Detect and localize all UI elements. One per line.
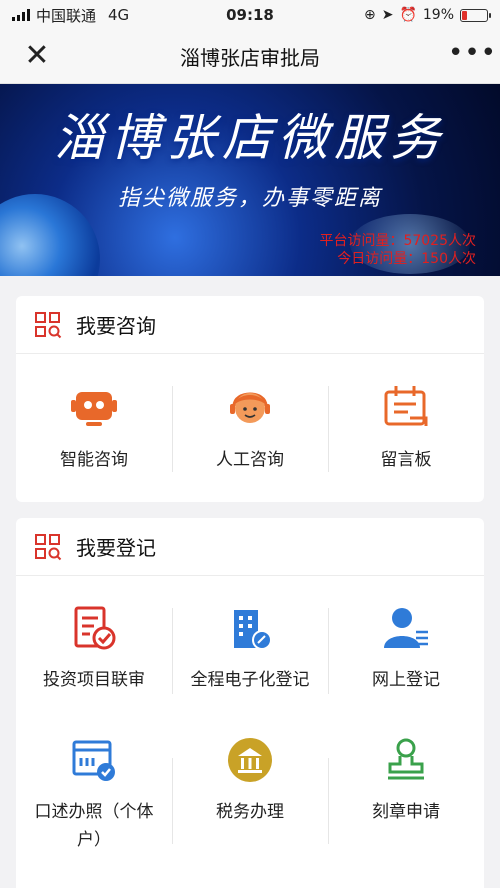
battery-icon <box>460 8 491 22</box>
total-visits: 平台访问量：57025人次 <box>319 233 476 249</box>
smart-consult-item[interactable]: 智能咨询 <box>16 354 172 502</box>
page-title: 淄博张店审批局 <box>180 46 320 70</box>
agent-icon <box>230 392 270 423</box>
grid-search-icon <box>35 533 62 560</box>
consult-header: 我要咨询 <box>16 296 484 354</box>
message-board-label: 留言板 <box>380 450 432 470</box>
manual-consult-label: 人工咨询 <box>216 450 284 470</box>
verbal-license-label: 口述办照（个体户） <box>34 802 154 850</box>
status-bar: 中国联通 4G 09:18 ⊕ ➤ ⏰ 19% <box>0 0 500 30</box>
consult-section: 我要咨询 智能咨询 人工咨询 留言板 <box>16 296 484 502</box>
seal-application-label: 刻章申请 <box>372 802 440 822</box>
document-check-icon <box>74 606 116 650</box>
alarm-icon: ⏰ <box>399 7 417 23</box>
building-icon <box>234 610 272 650</box>
location-icon: ➤ <box>381 7 394 23</box>
register-header: 我要登记 <box>16 518 484 576</box>
battery-label: 19% <box>422 7 454 23</box>
register-section: 我要登记 投资项目联审 全程电子化登记 网上登记 口述办照（个体户） 税务办理 … <box>16 518 484 888</box>
signal-icon <box>12 9 30 21</box>
user-list-icon <box>384 608 428 648</box>
e-registration-item[interactable]: 全程电子化登记 <box>172 576 328 726</box>
register-title: 我要登记 <box>76 536 156 560</box>
more-options-icon[interactable]: ••• <box>448 40 496 72</box>
banner-subtitle: 指尖微服务，办事零距离 <box>117 186 382 211</box>
online-registration-item[interactable]: 网上登记 <box>328 576 484 726</box>
seal-stamp-icon <box>388 738 424 780</box>
close-icon[interactable]: ✕ <box>22 41 52 72</box>
rotation-lock-icon: ⊕ <box>363 7 376 23</box>
consult-title: 我要咨询 <box>76 314 156 338</box>
message-board-icon <box>384 386 428 426</box>
tax-bank-icon <box>228 738 272 782</box>
manual-consult-item[interactable]: 人工咨询 <box>172 354 328 502</box>
banner[interactable]: 淄博张店微服务 指尖微服务，办事零距离 平台访问量：57025人次 今日访问量：… <box>0 84 500 276</box>
e-registration-label: 全程电子化登记 <box>190 670 310 690</box>
robot-icon <box>71 392 117 426</box>
smart-consult-label: 智能咨询 <box>60 450 128 470</box>
online-registration-label: 网上登记 <box>372 670 440 690</box>
form-check-icon <box>72 740 115 781</box>
tax-handling-item[interactable]: 税务办理 <box>172 726 328 886</box>
network-label: 4G <box>108 6 130 24</box>
verbal-license-item[interactable]: 口述办照（个体户） <box>16 726 172 886</box>
banner-title: 淄博张店微服务 <box>54 109 446 167</box>
today-visits: 今日访问量：150人次 <box>337 251 476 267</box>
carrier-label: 中国联通 <box>36 6 97 25</box>
investment-review-item[interactable]: 投资项目联审 <box>16 576 172 726</box>
grid-search-icon <box>35 311 62 338</box>
investment-review-label: 投资项目联审 <box>43 670 145 690</box>
visit-stats: 平台访问量：57025人次 今日访问量：150人次 <box>319 232 476 268</box>
message-board-item[interactable]: 留言板 <box>328 354 484 502</box>
nav-bar: ✕ 淄博张店审批局 ••• <box>0 30 500 84</box>
seal-application-item[interactable]: 刻章申请 <box>328 726 484 886</box>
tax-handling-label: 税务办理 <box>216 802 284 822</box>
